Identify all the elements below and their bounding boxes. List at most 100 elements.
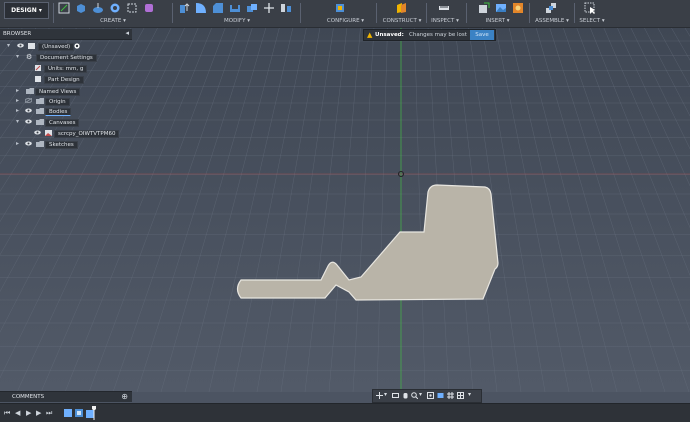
move-icon[interactable] (263, 2, 275, 14)
chevron-down-icon[interactable]: ▾ (384, 391, 387, 398)
look-at-icon[interactable] (392, 392, 399, 399)
revolve-icon[interactable] (109, 2, 121, 14)
chevron-right-icon[interactable]: ▸ (16, 97, 19, 104)
select-cursor-icon[interactable] (584, 2, 596, 14)
select-menu[interactable]: SELECT ▾ (578, 18, 606, 24)
browser-item-named-views[interactable]: ▸ Named Views (0, 86, 132, 96)
joint-icon[interactable] (545, 2, 557, 14)
comments-title: COMMENTS (12, 394, 45, 400)
display-settings-icon[interactable] (437, 392, 444, 399)
timeline-feature-canvas-icon[interactable] (64, 409, 72, 417)
chevron-down-icon[interactable]: ▾ (16, 118, 19, 125)
browser-item-sketches[interactable]: ▸ Sketches (0, 139, 132, 149)
fit-window-icon[interactable] (427, 392, 434, 399)
insert-decal-icon[interactable] (512, 2, 524, 14)
chevron-right-icon[interactable]: ▸ (16, 87, 19, 94)
visibility-eye-icon[interactable] (25, 119, 32, 124)
collapse-panel-icon[interactable]: ◂ (125, 29, 129, 37)
browser-item-label: Bodies (45, 108, 72, 116)
visibility-eye-icon[interactable] (17, 43, 24, 48)
folder-icon (36, 108, 44, 114)
browser-item-document-settings[interactable]: ▾ ⚙ Document Settings (0, 52, 132, 62)
browser-item-origin[interactable]: ▸ Origin (0, 96, 132, 106)
create-menu[interactable]: CREATE ▾ (58, 18, 168, 24)
save-button[interactable]: Save (470, 30, 494, 40)
chevron-down-icon[interactable]: ▾ (7, 42, 10, 49)
create-label: CREATE (100, 18, 122, 24)
timeline-marker-icon[interactable] (92, 406, 96, 420)
browser-item-label: Document Settings (36, 54, 97, 62)
browser-item-label: Units: mm, g (44, 65, 88, 73)
orbit-icon[interactable] (376, 392, 383, 399)
toolbar-divider (172, 3, 173, 23)
inspect-menu[interactable]: INSPECT ▾ (428, 18, 462, 24)
browser-panel-header[interactable]: BROWSER ◂ (0, 29, 132, 40)
extrude-icon[interactable] (92, 2, 104, 14)
press-pull-icon[interactable] (178, 2, 190, 14)
insert-group: INSERT ▾ (470, 0, 525, 27)
shell-icon[interactable] (229, 2, 241, 14)
activate-radio-icon[interactable] (74, 43, 80, 49)
step-back-icon[interactable]: ◀ (15, 409, 20, 417)
pan-hand-icon[interactable] (402, 392, 409, 399)
modify-menu[interactable]: MODIFY ▾ (178, 18, 296, 24)
insert-menu[interactable]: INSERT ▾ (470, 18, 525, 24)
form-icon[interactable] (143, 2, 155, 14)
browser-item-label: scrcpy_OIWTVTPM60 (54, 130, 120, 138)
warning-icon: ▲ (367, 31, 373, 39)
browser-item-canvases[interactable]: ▾ Canvases (0, 117, 132, 127)
folder-icon (26, 88, 34, 94)
add-comment-icon[interactable]: ⊕ (121, 392, 128, 401)
viewports-icon[interactable] (457, 392, 464, 399)
fillet-icon[interactable] (195, 2, 207, 14)
chevron-right-icon[interactable]: ▸ (16, 107, 19, 114)
browser-item-canvas-image[interactable]: scrcpy_OIWTVTPM60 (0, 128, 132, 138)
insert-derive-icon[interactable] (478, 2, 490, 14)
zoom-icon[interactable] (411, 392, 418, 399)
browser-item-bodies[interactable]: ▸ Bodies (0, 106, 132, 116)
folder-icon (36, 141, 44, 147)
combine-icon[interactable] (246, 2, 258, 14)
comments-panel-header[interactable]: COMMENTS ⊕ (0, 391, 132, 402)
configure-icon[interactable] (334, 2, 346, 14)
play-icon[interactable]: ▶ (26, 409, 31, 417)
construct-menu[interactable]: CONSTRUCT ▾ (380, 18, 424, 24)
chevron-down-icon[interactable]: ▾ (468, 391, 471, 398)
grid-icon[interactable] (447, 392, 454, 399)
selection-box-icon[interactable] (126, 2, 138, 14)
timeline-feature-sketch-icon[interactable] (75, 409, 83, 417)
browser-root[interactable]: ▾ (Unsaved) (0, 41, 132, 51)
units-icon (35, 65, 41, 71)
workspace-label: DESIGN (11, 7, 37, 14)
visibility-eye-icon[interactable] (25, 141, 32, 146)
align-icon[interactable] (280, 2, 292, 14)
configure-label: CONFIGURE (326, 18, 360, 24)
visibility-eye-icon[interactable] (34, 130, 41, 135)
browser-item-part-design[interactable]: Part Design (0, 74, 132, 84)
chevron-down-icon[interactable]: ▾ (16, 53, 19, 60)
insert-image-icon[interactable] (495, 2, 507, 14)
assemble-label: ASSEMBLE (535, 18, 565, 24)
visibility-eye-icon[interactable] (25, 108, 32, 113)
chevron-right-icon[interactable]: ▸ (16, 140, 19, 147)
measure-icon[interactable] (438, 2, 450, 14)
assemble-menu[interactable]: ASSEMBLE ▾ (533, 18, 571, 24)
workspace-switcher[interactable]: DESIGN ▾ (4, 2, 49, 19)
browser-item-label: Sketches (45, 141, 78, 149)
configure-menu[interactable]: CONFIGURE ▾ (318, 18, 373, 24)
timeline-bar: ⏮ ◀ ▶ ▶ ⏭ (0, 403, 690, 422)
browser-title: BROWSER (3, 31, 32, 37)
step-forward-icon[interactable]: ▶ (36, 409, 41, 417)
chevron-down-icon[interactable]: ▾ (419, 391, 422, 398)
modify-label: MODIFY (224, 18, 246, 24)
go-to-start-icon[interactable]: ⏮ (4, 409, 10, 418)
new-sketch-icon[interactable] (58, 2, 70, 14)
document-icon (28, 43, 35, 49)
box-icon[interactable] (75, 2, 87, 14)
offset-plane-icon[interactable] (395, 2, 407, 14)
chamfer-icon[interactable] (212, 2, 224, 14)
browser-item-units[interactable]: Units: mm, g (0, 63, 132, 73)
browser-item-label: Origin (45, 98, 70, 106)
go-to-end-icon[interactable]: ⏭ (46, 409, 52, 418)
visibility-eye-hidden-icon[interactable] (25, 98, 32, 103)
